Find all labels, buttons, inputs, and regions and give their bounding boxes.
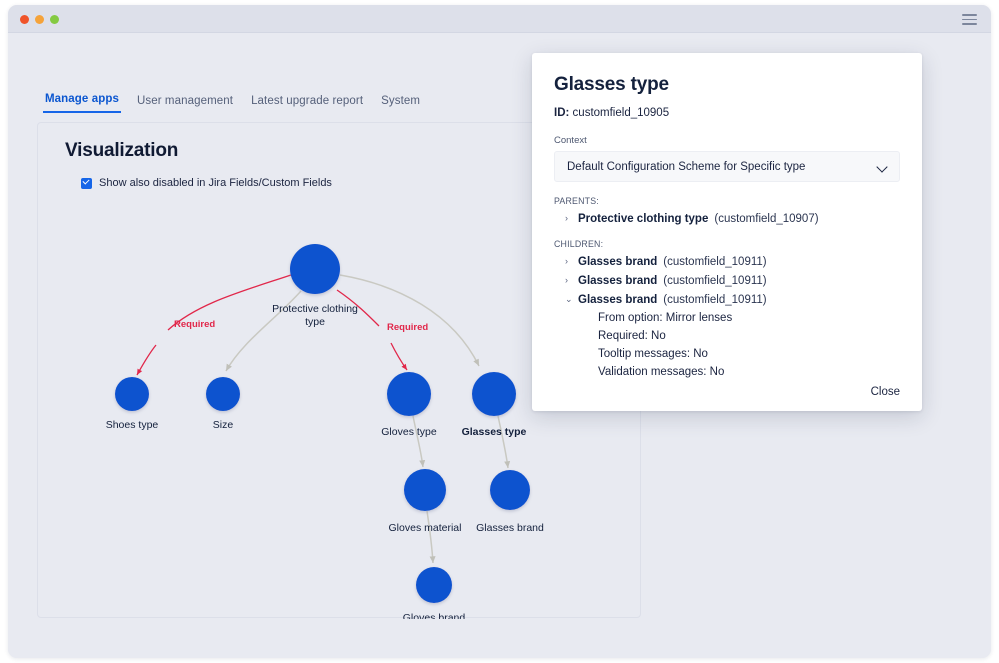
child-tree-row[interactable]: › Glasses brand (customfield_10911) [554, 256, 900, 268]
graph-node-label-shoes-type: Shoes type [106, 419, 159, 431]
child-detail-validation-messages: Validation messages: No [598, 366, 725, 378]
edge-protective-to-shoes-arrowhead [136, 344, 157, 376]
chevron-down-icon[interactable]: ⌄ [565, 295, 573, 304]
child-detail-tooltip-messages: Tooltip messages: No [598, 348, 708, 360]
tab-system[interactable]: System [379, 95, 422, 113]
dialog-field-id-label: ID: [554, 107, 570, 119]
parents-section-label: PARENTS: [554, 196, 599, 206]
graph-node-shoes-type[interactable] [115, 377, 149, 411]
window-traffic-lights [20, 15, 59, 24]
window-titlebar [8, 5, 991, 33]
page-content: Manage apps User management Latest upgra… [8, 33, 991, 658]
chevron-right-icon[interactable]: › [565, 257, 572, 266]
context-select[interactable]: Default Configuration Scheme for Specifi… [554, 151, 900, 182]
edge-label-required-gloves: Required [387, 322, 428, 333]
graph-node-glasses-type[interactable] [472, 372, 516, 416]
graph-node-label-size: Size [213, 419, 234, 431]
graph-node-gloves-brand[interactable] [416, 567, 452, 603]
app-window: Manage apps User management Latest upgra… [8, 5, 991, 658]
graph-node-label-protective-clothing-type-line1: Protective clothing [272, 303, 358, 315]
screenshot-root: Manage apps User management Latest upgra… [0, 0, 999, 663]
parent-name: Protective clothing type [578, 213, 709, 225]
graph-node-protective-clothing-type[interactable] [290, 244, 340, 294]
child-detail-from-option: From option: Mirror lenses [598, 312, 733, 324]
edge-protective-to-gloves-type-arrowhead [390, 342, 408, 371]
child-detail-required: Required: No [598, 330, 666, 342]
dialog-field-id: ID: customfield_10905 [554, 107, 900, 119]
child-name: Glasses brand [578, 256, 658, 268]
child-tree-row[interactable]: › Glasses brand (customfield_10911) [554, 275, 900, 287]
child-name: Glasses brand [578, 294, 658, 306]
child-id: (customfield_10911) [663, 256, 767, 268]
child-name: Glasses brand [578, 275, 658, 287]
graph-node-label-gloves-material: Gloves material [389, 522, 462, 534]
edge-gloves-material-to-gloves-brand [426, 510, 436, 564]
tab-manage-apps[interactable]: Manage apps [43, 93, 121, 113]
chevron-right-icon[interactable]: › [565, 214, 572, 223]
maximize-window-button[interactable] [50, 15, 59, 24]
field-detail-dialog: Glasses type ID: customfield_10905 Conte… [532, 53, 922, 411]
close-window-button[interactable] [20, 15, 29, 24]
graph-node-label-glasses-type: Glasses type [462, 426, 527, 438]
graph-node-label-protective-clothing-type-line2: type [305, 316, 325, 328]
edge-label-required-shoes: Required [174, 319, 215, 330]
graph-node-gloves-type[interactable] [387, 372, 431, 416]
tab-latest-upgrade-report[interactable]: Latest upgrade report [249, 95, 365, 113]
graph-nodes: Protective clothing type Shoes type Size… [106, 244, 544, 619]
graph-node-glasses-brand[interactable] [490, 470, 530, 510]
graph-node-label-glasses-brand: Glasses brand [476, 522, 544, 534]
parent-tree-row[interactable]: › Protective clothing type (customfield_… [554, 213, 900, 225]
child-id: (customfield_10911) [663, 294, 767, 306]
child-id: (customfield_10911) [663, 275, 767, 287]
minimize-window-button[interactable] [35, 15, 44, 24]
close-button[interactable]: Close [871, 386, 900, 398]
hamburger-menu-icon[interactable] [962, 14, 977, 25]
graph-node-label-gloves-type: Gloves type [381, 426, 437, 438]
parent-id: (customfield_10907) [714, 213, 819, 225]
graph-edge-labels: Required Required [174, 319, 428, 333]
dialog-field-id-value: customfield_10905 [572, 107, 670, 119]
graph-node-label-gloves-brand: Gloves brand [403, 612, 466, 619]
tab-user-management[interactable]: User management [135, 95, 235, 113]
context-field-label: Context [554, 135, 587, 146]
edge-gloves-type-to-gloves-material [412, 415, 426, 468]
children-section-label: CHILDREN: [554, 239, 604, 249]
child-tree-row-expanded[interactable]: ⌄ Glasses brand (customfield_10911) [554, 294, 900, 306]
chevron-down-icon [877, 161, 888, 172]
chevron-right-icon[interactable]: › [565, 276, 572, 285]
graph-node-gloves-material[interactable] [404, 469, 446, 511]
dialog-title: Glasses type [554, 74, 669, 95]
nav-tabs: Manage apps User management Latest upgra… [43, 93, 422, 113]
edge-glasses-type-to-glasses-brand [497, 415, 511, 469]
context-select-value: Default Configuration Scheme for Specifi… [567, 160, 806, 173]
edge-protective-to-glasses-type [339, 274, 480, 367]
graph-node-size[interactable] [206, 377, 240, 411]
